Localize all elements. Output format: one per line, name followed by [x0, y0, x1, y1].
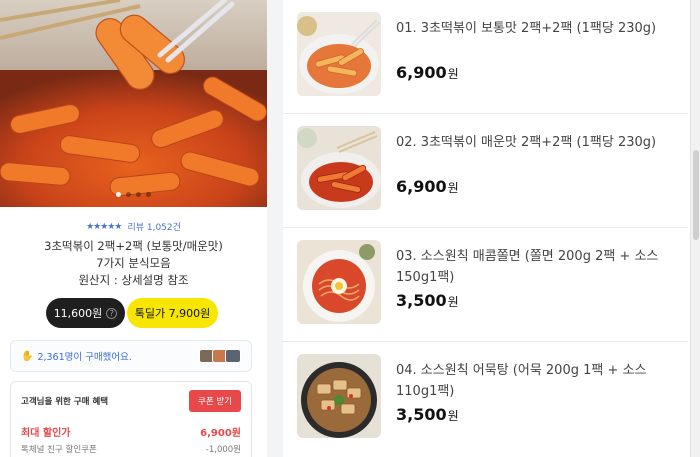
carousel-dot[interactable]: [136, 192, 141, 197]
option-thumbnail: [297, 126, 381, 210]
regular-price-button[interactable]: 11,600원 ?: [46, 298, 125, 328]
benefit-heading: 고객님을 위한 구매 혜택: [21, 397, 109, 407]
get-coupon-button[interactable]: 쿠폰 받기: [189, 390, 241, 412]
option-thumbnail: [297, 12, 381, 96]
option-price-value: 6,900: [396, 63, 447, 82]
tteokbokki-photo: [0, 0, 267, 207]
product-panel: ★★★★★ 리뷰 1,052건 3초떡볶이 2팩+2팩 (보통맛/매운맛) 7가…: [0, 0, 267, 457]
rating-row: ★★★★★ 리뷰 1,052건: [0, 220, 267, 234]
option-price-unit: 원: [447, 409, 459, 423]
option-price-unit: 원: [447, 295, 459, 309]
option-thumbnail: [297, 240, 381, 324]
option-name: 01. 3초떡볶이 보통맛 2팩+2팩 (1팩당 230g): [396, 21, 657, 36]
option-price-unit: 원: [447, 181, 459, 195]
option-price: 3,500원: [396, 291, 459, 310]
max-discount-label: 최대 할인가: [21, 428, 71, 439]
mild-tteokbokki-photo: [297, 12, 381, 96]
carousel-dot[interactable]: [116, 192, 121, 197]
hand-wave-icon: ✋: [21, 350, 34, 362]
product-subtitle-line: 7가지 분식모음: [96, 256, 171, 270]
regular-price-label: 11,600원: [53, 307, 103, 320]
coupon-amount: -1,000원: [205, 445, 241, 455]
buyer-count-text: 2,361명이 구매했어요.: [37, 352, 132, 363]
panel-divider: [267, 0, 283, 457]
option-price: 6,900원: [396, 63, 459, 82]
option-price-value: 3,500: [396, 291, 447, 310]
option-price-value: 6,900: [396, 177, 447, 196]
option-price: 3,500원: [396, 405, 459, 424]
option-name: 04. 소스원칙 어묵탕 (어묵 200g 1팩 + 소스 110g1팩): [396, 363, 647, 399]
scrollbar[interactable]: [690, 0, 700, 457]
carousel-dot[interactable]: [126, 192, 131, 197]
deal-price-label: 톡딜가 7,900원: [134, 307, 211, 320]
buyer-count-row: ✋ 2,361명이 구매했어요.: [21, 349, 132, 364]
buyer-count-banner: ✋ 2,361명이 구매했어요.: [10, 340, 252, 372]
option-price: 6,900원: [396, 177, 459, 196]
product-hero-image[interactable]: [0, 0, 267, 207]
carousel-dot[interactable]: [146, 192, 151, 197]
fishcake-soup-photo: [297, 354, 381, 438]
option-list-panel: 01. 3초떡볶이 보통맛 2팩+2팩 (1팩당 230g) 6,900원 02…: [283, 0, 700, 457]
review-link[interactable]: 리뷰 1,052건: [127, 220, 180, 233]
option-thumbnail: [297, 354, 381, 438]
max-discount-price: 6,900원: [200, 428, 241, 439]
option-price-value: 3,500: [396, 405, 447, 424]
coupon-name: 톡체널 친구 할인쿠폰: [21, 445, 97, 455]
option-name: 03. 소스원칙 매콤쫄면 (쫄면 200g 2팩 + 소스 150g1팩): [396, 249, 659, 285]
purchase-benefit-box: 고객님을 위한 구매 혜택 쿠폰 받기 최대 할인가 6,900원 톡체널 친구…: [10, 381, 252, 457]
deal-price-button[interactable]: 톡딜가 7,900원: [127, 298, 218, 328]
scrollbar-thumb[interactable]: [693, 150, 699, 240]
coupon-detail-row: 톡체널 친구 할인쿠폰 -1,000원: [21, 443, 241, 455]
option-price-unit: 원: [447, 67, 459, 81]
option-name: 02. 3초떡볶이 매운맛 2팩+2팩 (1팩당 230g): [396, 135, 657, 150]
benefit-header: 고객님을 위한 구매 혜택 쿠폰 받기: [21, 390, 241, 412]
option-item[interactable]: 04. 소스원칙 어묵탕 (어묵 200g 1팩 + 소스 110g1팩) 3,…: [283, 342, 688, 456]
option-item[interactable]: 02. 3초떡볶이 매운맛 2팩+2팩 (1팩당 230g) 6,900원: [283, 114, 688, 228]
jjolmyeon-photo: [297, 240, 381, 324]
star-rating-icon: ★★★★★: [86, 221, 122, 232]
product-title-line: 3초떡볶이 2팩+2팩 (보통맛/매운맛): [44, 239, 223, 253]
avatar: [225, 349, 241, 363]
question-icon[interactable]: ?: [106, 307, 118, 319]
max-discount-row: 최대 할인가 6,900원: [21, 424, 241, 439]
product-origin-line: 원산지 : 상세설명 참조: [78, 273, 189, 287]
product-title: 3초떡볶이 2팩+2팩 (보통맛/매운맛) 7가지 분식모음 원산지 : 상세설…: [0, 238, 267, 289]
spicy-tteokbokki-photo: [297, 126, 381, 210]
carousel-dots: [0, 192, 267, 197]
buyer-avatars: [199, 349, 241, 363]
option-item[interactable]: 03. 소스원칙 매콤쫄면 (쫄면 200g 2팩 + 소스 150g1팩) 3…: [283, 228, 688, 342]
option-item[interactable]: 01. 3초떡볶이 보통맛 2팩+2팩 (1팩당 230g) 6,900원: [283, 0, 688, 114]
